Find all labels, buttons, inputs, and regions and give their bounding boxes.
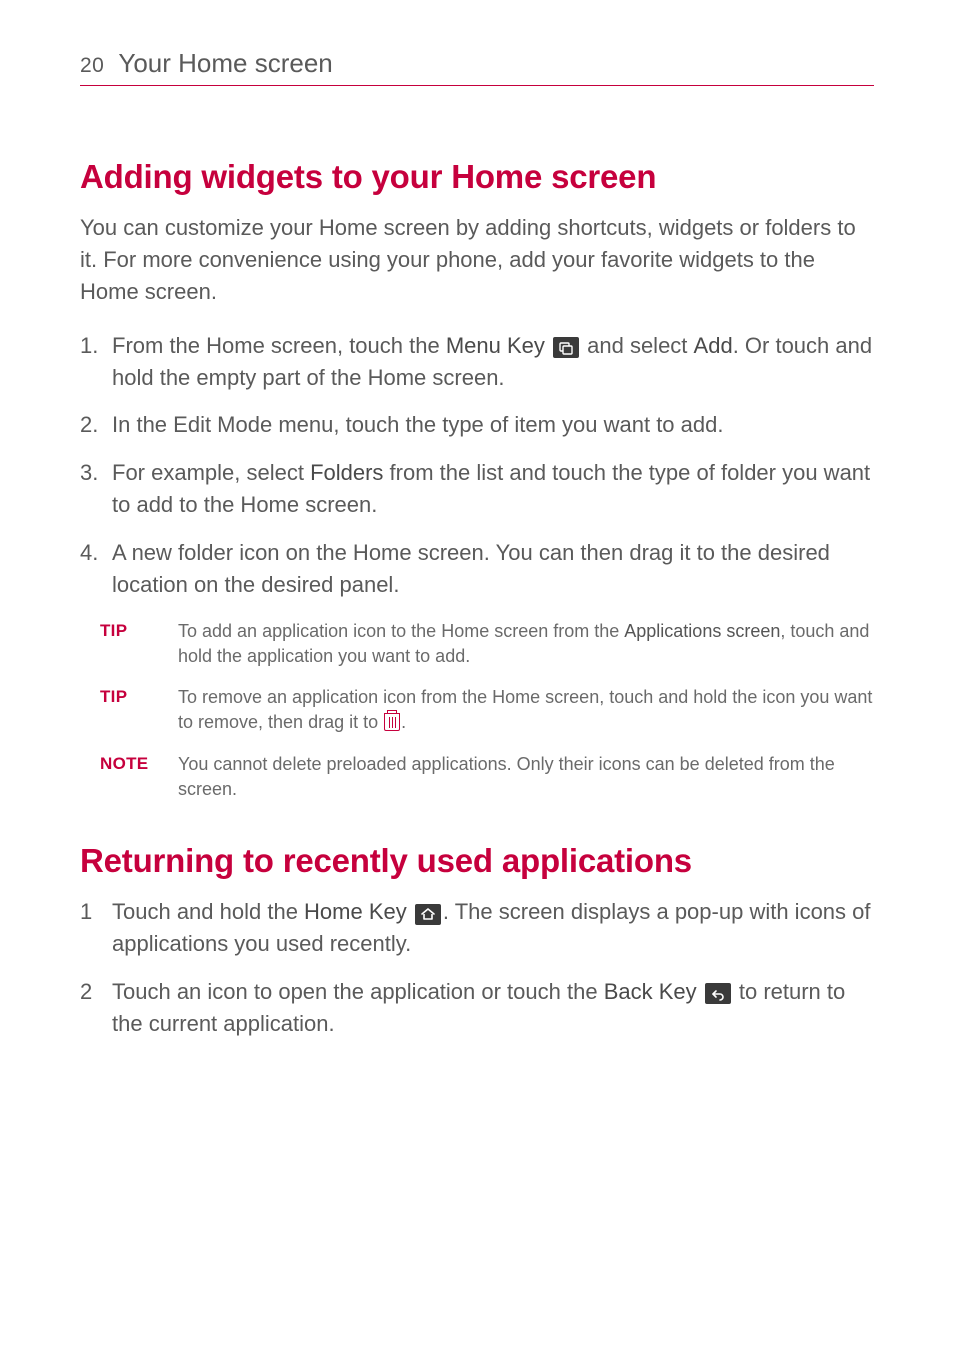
menu-key-label: Menu Key	[446, 333, 545, 358]
add-label: Add	[694, 333, 733, 358]
manual-page: 20 Your Home screen Adding widgets to yo…	[0, 0, 954, 1118]
note-1: NOTE You cannot delete preloaded applica…	[100, 752, 874, 802]
page-number: 20	[80, 54, 104, 78]
tip-1: TIP To add an application icon to the Ho…	[100, 619, 874, 669]
folders-label: Folders	[310, 460, 383, 485]
section-heading-recent: Returning to recently used applications	[80, 842, 874, 880]
callouts-block: TIP To add an application icon to the Ho…	[80, 619, 874, 802]
trash-icon	[384, 713, 400, 731]
section-heading-widgets: Adding widgets to your Home screen	[80, 158, 874, 196]
step-2: Touch an icon to open the application or…	[80, 976, 874, 1040]
section1-steps: From the Home screen, touch the Menu Key…	[80, 330, 874, 601]
step-4: A new folder icon on the Home screen. Yo…	[80, 537, 874, 601]
section1-intro: You can customize your Home screen by ad…	[80, 212, 874, 308]
home-key-icon	[415, 904, 441, 925]
menu-key-icon	[553, 337, 579, 358]
tip-label: TIP	[100, 685, 160, 735]
note-label: NOTE	[100, 752, 160, 802]
running-title: Your Home screen	[118, 48, 332, 79]
step-1: Touch and hold the Home Key . The screen…	[80, 896, 874, 960]
s2-step1-a: Touch and hold the	[112, 899, 304, 924]
back-key-label: Back Key	[604, 979, 697, 1004]
tip1-a: To add an application icon to the Home s…	[178, 621, 624, 641]
step1-text-a: From the Home screen, touch the	[112, 333, 446, 358]
note-body: You cannot delete preloaded applications…	[178, 752, 874, 802]
tip2-body: To remove an application icon from the H…	[178, 685, 874, 735]
tip1-body: To add an application icon to the Home s…	[178, 619, 874, 669]
running-header: 20 Your Home screen	[80, 48, 874, 86]
step-3: For example, select Folders from the lis…	[80, 457, 874, 521]
step-1: From the Home screen, touch the Menu Key…	[80, 330, 874, 394]
section2-steps: Touch and hold the Home Key . The screen…	[80, 896, 874, 1040]
step1-text-b: and select	[581, 333, 694, 358]
applications-screen-label: Applications screen	[624, 621, 780, 641]
step-2: In the Edit Mode menu, touch the type of…	[80, 409, 874, 441]
step3-text-a: For example, select	[112, 460, 310, 485]
tip-label: TIP	[100, 619, 160, 669]
tip2-a: To remove an application icon from the H…	[178, 687, 872, 732]
tip2-b: .	[401, 712, 406, 732]
s2-step2-a: Touch an icon to open the application or…	[112, 979, 604, 1004]
home-key-label: Home Key	[304, 899, 407, 924]
tip-2: TIP To remove an application icon from t…	[100, 685, 874, 735]
back-key-icon	[705, 983, 731, 1004]
